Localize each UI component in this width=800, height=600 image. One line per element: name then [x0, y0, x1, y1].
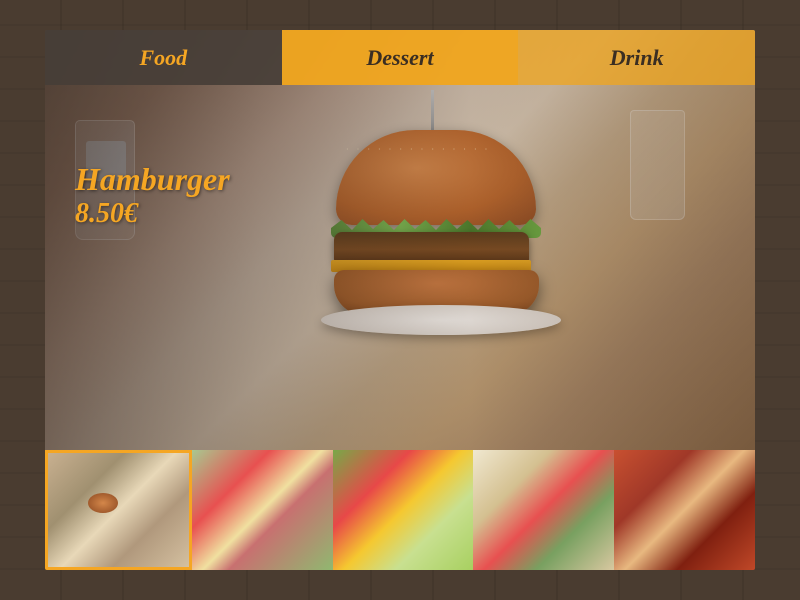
thumbnail-1-image — [48, 453, 189, 567]
tab-food-label: Food — [139, 45, 187, 71]
thumbnail-4[interactable] — [473, 450, 614, 570]
thumbnail-4-image — [473, 450, 614, 570]
item-price: 8.50€ — [75, 198, 230, 230]
thumbnail-3[interactable] — [333, 450, 474, 570]
tab-bar: Food Dessert Drink — [45, 30, 755, 85]
thumbnail-2[interactable] — [192, 450, 333, 570]
tab-dessert-label: Dessert — [366, 45, 433, 71]
thumbnail-strip — [45, 450, 755, 570]
hero-image — [45, 30, 755, 450]
tab-food[interactable]: Food — [45, 30, 282, 85]
hero-overlay — [45, 30, 755, 450]
thumbnail-3-image — [333, 450, 474, 570]
item-name: Hamburger — [75, 160, 230, 198]
tab-drink-label: Drink — [610, 45, 664, 71]
thumbnail-5-image — [614, 450, 755, 570]
thumbnail-5[interactable] — [614, 450, 755, 570]
app-container: Food Dessert Drink — [45, 30, 755, 570]
tab-drink[interactable]: Drink — [518, 30, 755, 85]
thumbnail-2-image — [192, 450, 333, 570]
tab-dessert[interactable]: Dessert — [282, 30, 519, 85]
item-info: Hamburger 8.50€ — [75, 160, 230, 230]
thumbnail-1[interactable] — [45, 450, 192, 570]
